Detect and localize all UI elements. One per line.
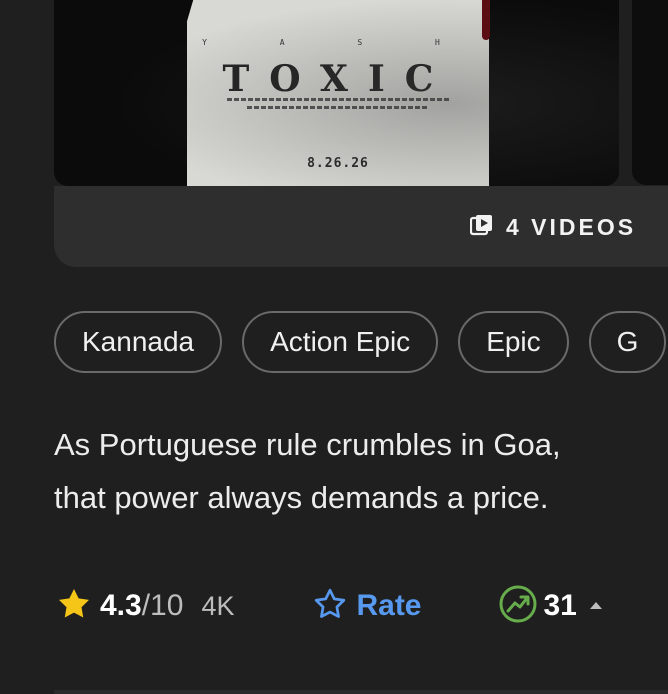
rating-score: 4.3: [100, 589, 142, 622]
poster-fineprint: [227, 98, 449, 101]
videos-link[interactable]: 4 VIDEOS: [469, 213, 637, 241]
poster-fineprint: [247, 106, 429, 109]
trending-up-icon: [498, 584, 538, 629]
description-line: As Portuguese rule crumbles in Goa,: [54, 427, 561, 462]
genre-chip[interactable]: Epic: [458, 311, 569, 373]
poster-title: TOXIC: [222, 58, 454, 100]
genre-chip[interactable]: Kannada: [54, 311, 223, 373]
star-outline-icon: [312, 586, 348, 627]
poster-image[interactable]: Y A S H TOXIC 8.26.26: [54, 0, 619, 186]
popularity-meter[interactable]: 31: [498, 584, 603, 629]
poster-drip: [482, 0, 490, 40]
genre-chip[interactable]: G: [588, 311, 667, 373]
rating-row: 4.3 /10 4K Rate 31: [56, 584, 668, 628]
poster-date: 8.26.26: [307, 156, 369, 171]
rating-count: 4K: [201, 590, 235, 621]
poster-card: Y A S H TOXIC 8.26.26: [187, 0, 489, 186]
rate-button[interactable]: Rate: [312, 586, 422, 627]
plot-description[interactable]: As Portuguese rule crumbles in Goa, that…: [54, 418, 668, 524]
genre-chip[interactable]: Action Epic: [242, 311, 439, 373]
caret-up-icon: [589, 597, 603, 615]
section-divider: [54, 690, 668, 694]
description-line: that power always demands a price.: [54, 480, 549, 515]
video-library-icon: [469, 214, 494, 241]
genre-chips: Kannada Action Epic Epic G: [54, 311, 667, 373]
videos-label: 4 VIDEOS: [506, 213, 637, 240]
rating-scale: /10: [141, 589, 184, 622]
star-icon: [56, 586, 92, 627]
next-thumbnail[interactable]: [632, 0, 668, 185]
poster-top-credit: Y A S H: [202, 38, 474, 47]
popularity-value: 31: [543, 589, 577, 622]
rate-label: Rate: [356, 589, 422, 622]
